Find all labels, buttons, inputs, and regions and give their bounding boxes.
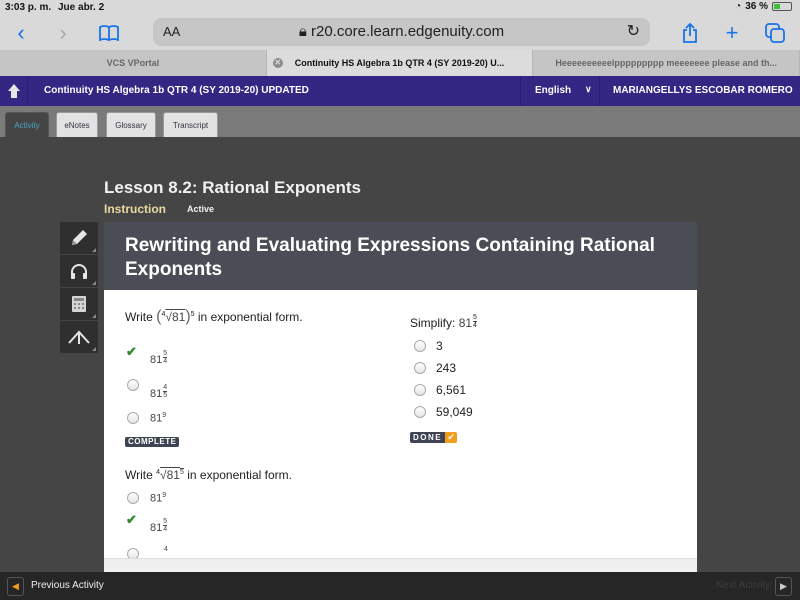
done-badge: DONE ✔ — [410, 432, 458, 443]
correct-checkmark-icon: ✔ — [126, 344, 137, 359]
activity-status: Active — [187, 204, 215, 214]
calculator-icon — [72, 296, 86, 312]
question-3-prompt: Write 4√815 in exponential form. — [125, 468, 292, 482]
calculator-tool-button[interactable] — [60, 288, 98, 321]
arrow-right-icon: ▶ — [780, 581, 787, 591]
wifi-icon: ◔ — [735, 1, 742, 12]
content-heading: Rewriting and Evaluating Expressions Con… — [125, 235, 655, 280]
browser-tab[interactable]: Heeeeeeeeeelppppppppp meeeeeee please an… — [533, 50, 800, 76]
radio-button[interactable] — [414, 362, 426, 374]
lesson-title: Lesson 8.2: Rational Exponents — [104, 178, 361, 197]
reload-icon[interactable]: ↻ — [627, 21, 640, 41]
new-tab-icon[interactable]: + — [720, 16, 744, 50]
question-1-prompt: Write (4√81)5 in exponential form. — [125, 308, 303, 325]
course-title: Continuity HS Algebra 1b QTR 4 (SY 2019-… — [44, 85, 309, 96]
question-3-option-partial[interactable]: 4 — [164, 546, 168, 553]
radio-button[interactable] — [414, 340, 426, 352]
activity-type: Instruction — [104, 202, 166, 216]
question-1-option[interactable]: 81 4 5 — [150, 384, 168, 400]
activity-nav: ◀ Previous Activity Next Activity ▶ — [0, 572, 800, 600]
back-icon[interactable]: ‹ — [10, 16, 32, 50]
question-2-option[interactable]: 3 — [436, 339, 443, 353]
status-date: Jue abr. 2 — [58, 2, 105, 13]
question-2-option[interactable]: 243 — [436, 361, 456, 375]
tab-activity[interactable]: Activity — [5, 112, 49, 137]
content-body: Write (4√81)5 in exponential form. ✔ 81 5… — [104, 290, 697, 560]
question-3-option[interactable]: 819 — [150, 492, 166, 505]
notes-tool-button[interactable] — [60, 222, 98, 255]
radio-button[interactable] — [414, 406, 426, 418]
next-activity-button[interactable]: ▶ — [775, 577, 792, 596]
previous-activity-label[interactable]: Previous Activity — [31, 580, 104, 591]
battery-icon — [772, 2, 792, 11]
correct-checkmark-icon: ✔ — [126, 512, 137, 527]
lock-icon: 🔒︎ — [298, 23, 311, 40]
activity-tabs: Activity eNotes Glossary Transcript — [0, 106, 800, 137]
browser-toolbar: ‹ › AA 🔒︎ r20.core.learn.edgenuity.com ↻… — [0, 16, 800, 50]
browser-tab-active[interactable]: ✕ Continuity HS Algebra 1b QTR 4 (SY 201… — [266, 50, 534, 76]
previous-activity-button[interactable]: ◀ — [7, 577, 24, 596]
question-1-option[interactable]: 819 — [150, 412, 166, 425]
bookmarks-icon[interactable] — [96, 16, 122, 50]
question-2-prompt: Simplify: 81 5 4 — [410, 314, 477, 330]
language-value: English — [535, 85, 572, 96]
radical-expression: √815 — [160, 468, 184, 482]
browser-tab[interactable]: VCS VPortal — [0, 50, 267, 76]
tab-enotes[interactable]: eNotes — [56, 112, 98, 137]
checkmark-icon: ✔ — [445, 432, 458, 443]
next-activity-label[interactable]: Next Activity — [716, 580, 770, 591]
course-header: Continuity HS Algebra 1b QTR 4 (SY 2019-… — [0, 76, 800, 106]
question-1-option[interactable]: 81 5 4 — [150, 350, 168, 366]
tab-transcript[interactable]: Transcript — [163, 112, 218, 137]
close-tab-icon[interactable]: ✕ — [272, 58, 283, 68]
question-3-option[interactable]: 81 5 4 — [150, 518, 168, 534]
forward-icon[interactable]: › — [52, 16, 74, 50]
chevron-down-icon: ∨ — [585, 84, 592, 94]
url-text: r20.core.learn.edgenuity.com — [310, 23, 505, 40]
battery-percent: 36 % — [745, 1, 768, 12]
collapse-icon — [68, 330, 90, 344]
share-icon[interactable] — [678, 16, 702, 50]
content-header: Rewriting and Evaluating Expressions Con… — [104, 222, 697, 290]
home-button[interactable] — [0, 76, 28, 106]
tab-glossary[interactable]: Glossary — [106, 112, 156, 137]
collapse-tool-button[interactable] — [60, 321, 98, 354]
status-bar: 3:03 p. m. Jue abr. 2 ◔ 36 % — [0, 0, 800, 16]
status-time: 3:03 p. m. — [5, 2, 52, 13]
question-2-option[interactable]: 6,561 — [436, 383, 466, 397]
headphones-icon — [71, 264, 87, 279]
language-select[interactable]: English ∨ — [520, 76, 600, 106]
radio-button[interactable] — [127, 379, 139, 391]
radio-button[interactable] — [414, 384, 426, 396]
content-footer — [104, 558, 697, 572]
tool-sidebar — [60, 222, 98, 354]
radio-button[interactable] — [127, 412, 139, 424]
arrow-left-icon: ◀ — [12, 581, 19, 591]
address-bar[interactable]: AA 🔒︎ r20.core.learn.edgenuity.com ↻ — [153, 18, 650, 46]
tabs-overview-icon[interactable] — [762, 16, 788, 50]
radio-button[interactable] — [127, 492, 139, 504]
home-icon — [7, 84, 20, 98]
question-2-option[interactable]: 59,049 — [436, 405, 473, 419]
audio-tool-button[interactable] — [60, 255, 98, 288]
complete-badge: COMPLETE — [125, 437, 180, 447]
user-name[interactable]: MARIANGELLYS ESCOBAR ROMERO — [613, 85, 793, 96]
browser-tabs: VCS VPortal ✕ Continuity HS Algebra 1b Q… — [0, 50, 800, 76]
pencil-icon — [72, 230, 87, 245]
